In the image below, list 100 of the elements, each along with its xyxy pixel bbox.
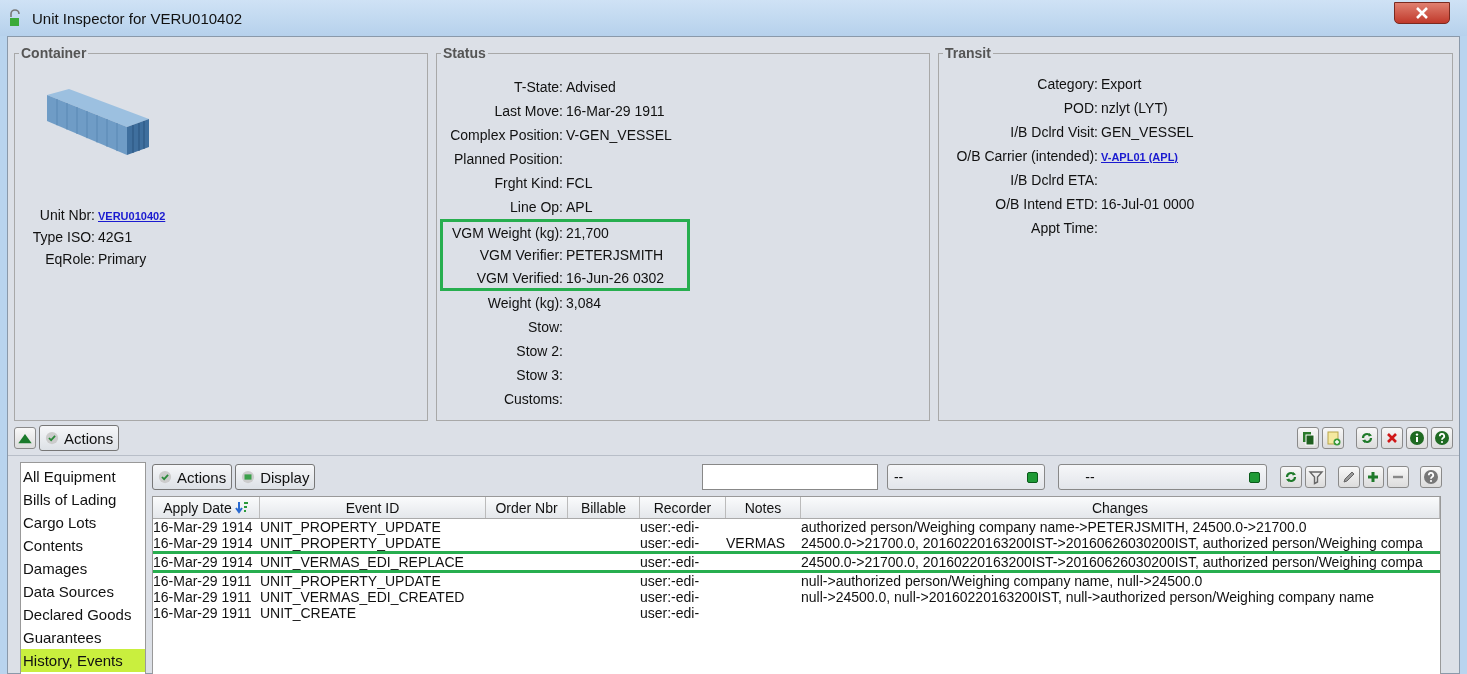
field-label: Frght Kind:: [493, 175, 563, 191]
field-value: Primary: [97, 251, 148, 267]
column-header[interactable]: Event ID: [260, 497, 486, 518]
display-button[interactable]: Display: [235, 464, 316, 490]
table-cell: user:-edi-: [640, 589, 700, 605]
highlighted-row[interactable]: 16-Mar-29 1914 UNIT_VERMAS_EDI_REPLACE user:-edi- 24500.0->21700.0, 20160220163200IST->20160626030200IST, authorized person/Weighing compa: [153, 551, 1440, 573]
sidebar-item[interactable]: All Equipment: [21, 465, 145, 488]
refresh-button[interactable]: [1280, 466, 1302, 488]
field-value: FCL: [565, 175, 594, 191]
table-cell: UNIT_CREATE: [260, 605, 357, 621]
column-header[interactable]: Apply Date: [153, 497, 260, 518]
field-label: Unit Nbr:: [38, 207, 95, 223]
field-label: O/B Intend ETD:: [994, 196, 1098, 212]
table-cell: UNIT_PROPERTY_UPDATE: [260, 519, 441, 535]
sort-icon: [234, 500, 249, 515]
panel-title: Status: [442, 45, 487, 61]
field-value: 16-Jun-26 0302: [565, 269, 666, 286]
table-cell: 16-Mar-29 1911: [153, 589, 252, 605]
remove-button[interactable]: [1387, 466, 1409, 488]
actions-button[interactable]: Actions: [152, 464, 233, 490]
help-button[interactable]: [1420, 466, 1442, 488]
field-label: VGM Verified:: [475, 269, 563, 286]
column-header[interactable]: Recorder: [640, 497, 726, 518]
table-cell: 24500.0->21700.0, 20160220163200IST->20160626030200IST, authorized person/Weighing compa: [801, 554, 1423, 570]
actions-button[interactable]: Actions: [39, 425, 120, 451]
table-row[interactable]: 16-Mar-29 1914 UNIT_PROPERTY_UPDATE user:-edi- VERMAS 24500.0->21700.0, 20160220163200IST->20160626030200IST, authorized person/Weighing compa: [153, 535, 1440, 551]
sidebar-item[interactable]: Data Sources: [21, 580, 145, 603]
sidebar-item[interactable]: Contents: [21, 534, 145, 557]
value-link[interactable]: V-APL01 (APL): [1098, 151, 1178, 163]
field-value: GEN_VESSEL: [1100, 124, 1195, 140]
table-row[interactable]: 16-Mar-29 1911 UNIT_CREATE user:-edi-: [153, 605, 1440, 621]
field-label: Appt Time:: [1030, 220, 1098, 236]
sidebar-item[interactable]: History, Events: [21, 649, 145, 672]
table-cell: null->24500.0, null->20160220163200IST, null->authorized person/Weighing company name: [801, 589, 1374, 605]
column-header[interactable]: Changes: [801, 497, 1440, 518]
refresh-button[interactable]: [1356, 427, 1378, 449]
help-icon: [1434, 430, 1450, 446]
field-label: Last Move:: [493, 103, 563, 119]
close-button[interactable]: [1394, 2, 1450, 24]
collapse-button[interactable]: [14, 427, 36, 449]
filter-button[interactable]: [1304, 466, 1327, 488]
panel-title: Transit: [944, 45, 992, 61]
field-value: 16-Jul-01 0000: [1100, 196, 1196, 212]
refresh-icon: [1359, 430, 1375, 446]
column-header[interactable]: Notes: [726, 497, 801, 518]
table-cell: 16-Mar-29 1911: [153, 605, 252, 621]
add-button[interactable]: [1362, 466, 1385, 488]
info-icon: [1409, 430, 1425, 446]
field-label: T-State:: [512, 79, 563, 95]
column-header[interactable]: Billable: [568, 497, 640, 518]
add-note-icon: [1325, 430, 1341, 446]
copy-button[interactable]: [1297, 427, 1319, 449]
help-button[interactable]: [1431, 427, 1453, 449]
field-value: APL: [565, 199, 594, 215]
field-label: Customs:: [502, 391, 563, 407]
field-value: V-GEN_VESSEL: [565, 127, 673, 143]
field-label: Complex Position:: [449, 127, 563, 143]
table-row[interactable]: 16-Mar-29 1911 UNIT_VERMAS_EDI_CREATED user:-edi- null->24500.0, null->20160220163200IST, null->authorized person/Weighing company name: [153, 589, 1440, 605]
sidebar-item[interactable]: Cargo Lots: [21, 511, 145, 534]
field-label: Type ISO:: [31, 229, 95, 245]
info-button[interactable]: [1406, 427, 1428, 449]
table-cell: user:-edi-: [640, 554, 700, 570]
field-label: VGM Weight (kg):: [451, 224, 563, 241]
field-label: Stow 2:: [515, 343, 563, 359]
close-icon: [1414, 6, 1430, 20]
field-value: 42G1: [97, 229, 134, 245]
add-note-button[interactable]: [1322, 427, 1344, 449]
table-cell: 24500.0->21700.0, 20160220163200IST->20160626030200IST, authorized person/Weighing compa: [801, 535, 1423, 551]
delete-button[interactable]: [1381, 427, 1403, 449]
table-row[interactable]: 16-Mar-29 1914 UNIT_PROPERTY_UPDATE user:-edi- authorized person/Weighing company name->PETERJSMITH, 24500.0->21700.0: [153, 519, 1440, 535]
panel-title: Container: [20, 45, 88, 61]
table-cell: UNIT_VERMAS_EDI_REPLACE: [260, 554, 464, 570]
table-cell: user:-edi-: [640, 519, 700, 535]
sidebar-item[interactable]: Guarantees: [21, 626, 145, 649]
dropdown[interactable]: --: [886, 464, 1046, 490]
field-label: I/B Dclrd ETA:: [1009, 172, 1098, 188]
sidebar-item[interactable]: Declared Goods: [21, 603, 145, 626]
table-cell: UNIT_PROPERTY_UPDATE: [260, 535, 441, 551]
window-title: Unit Inspector for VERU010402: [32, 9, 243, 27]
column-header[interactable]: Order Nbr: [486, 497, 568, 518]
edit-button[interactable]: [1338, 466, 1360, 488]
filter-icon: [1307, 469, 1324, 485]
field-label: I/B Dclrd Visit:: [1009, 124, 1098, 140]
field-value: Advised: [565, 79, 617, 95]
value-link[interactable]: VERU010402: [95, 210, 166, 222]
search-field[interactable]: [702, 464, 878, 490]
field-value: 3,084: [565, 295, 603, 311]
field-label: EqRole:: [44, 251, 95, 267]
table-cell: UNIT_VERMAS_EDI_CREATED: [260, 589, 465, 605]
dropdown[interactable]: --: [1058, 464, 1268, 490]
field-value: 21,700: [565, 224, 610, 241]
field-value: PETERJSMITH: [565, 247, 665, 263]
table-row[interactable]: 16-Mar-29 1911 UNIT_PROPERTY_UPDATE user:-edi- null->authorized person/Weighing company name, null->24500.0: [153, 573, 1440, 589]
table-cell: UNIT_PROPERTY_UPDATE: [260, 573, 441, 589]
field-label: Category:: [1036, 76, 1098, 92]
field-label: VGM Verifier:: [478, 247, 563, 263]
table-cell: null->authorized person/Weighing company name, null->24500.0: [801, 573, 1203, 589]
sidebar-item[interactable]: Damages: [21, 557, 145, 580]
field-label: Weight (kg):: [486, 295, 563, 311]
sidebar-item[interactable]: Bills of Lading: [21, 488, 145, 511]
